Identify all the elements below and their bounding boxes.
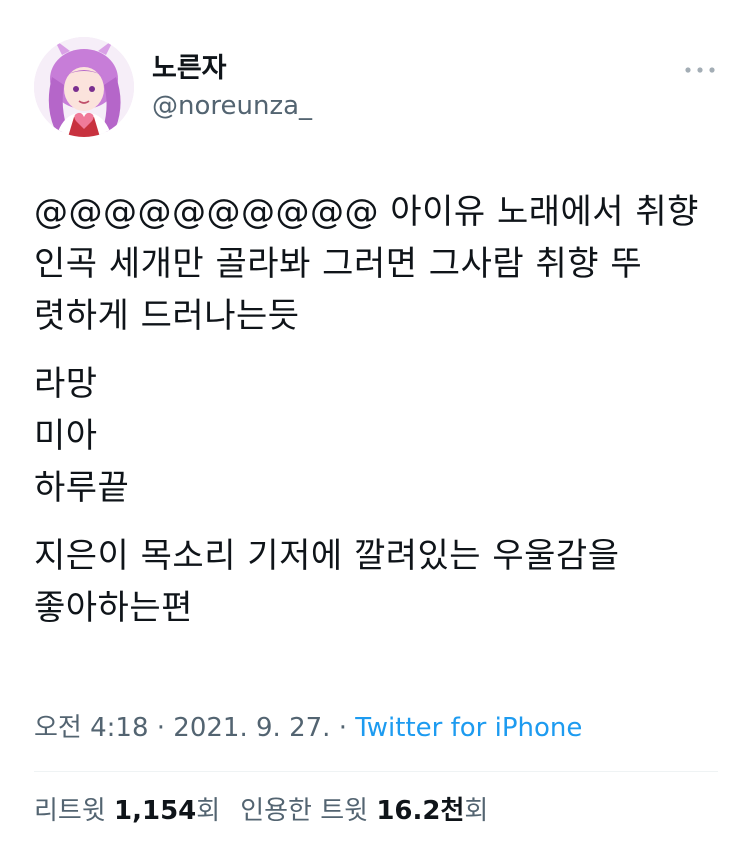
tweet-paragraph: 지은이 목소리 기저에 깔려있는 우울감을 좋아하는편 bbox=[34, 530, 724, 634]
profile-avatar[interactable] bbox=[34, 37, 134, 137]
tweet-date[interactable]: 2021. 9. 27. bbox=[173, 713, 330, 743]
tweet-source-link[interactable]: Twitter for iPhone bbox=[355, 713, 582, 743]
retweets-suffix: 회 bbox=[196, 796, 221, 826]
meta-separator: · bbox=[156, 713, 166, 743]
tweet-card: 노른자 @noreunza_ @@@@@@@@@@ 아이유 노래에서 취향 인곡… bbox=[0, 0, 750, 853]
avatar-illustration bbox=[34, 37, 134, 137]
display-name[interactable]: 노른자 bbox=[152, 52, 227, 86]
username-handle[interactable]: @noreunza_ bbox=[152, 90, 312, 122]
more-horizontal-icon bbox=[685, 67, 715, 73]
tweet-stats: 리트윗 1,154회 인용한 트윗 16.2천회 bbox=[34, 791, 488, 831]
tweet-line: 지은이 목소리 기저에 깔려있는 우울감을 bbox=[34, 536, 620, 576]
quote-tweets-stat[interactable]: 인용한 트윗 16.2천회 bbox=[240, 796, 488, 826]
quotes-count: 16.2천 bbox=[376, 796, 465, 826]
tweet-line: @@@@@@@@@@ 아이유 노래에서 취향 bbox=[34, 192, 699, 232]
retweets-label: 리트윗 bbox=[34, 796, 106, 826]
tweet-paragraph: @@@@@@@@@@ 아이유 노래에서 취향 인곡 세개만 골라봐 그러면 그사… bbox=[34, 186, 724, 342]
tweet-time[interactable]: 오전 4:18 bbox=[34, 713, 149, 743]
meta-separator: · bbox=[338, 713, 347, 743]
tweet-line: 하루끝 bbox=[34, 468, 130, 508]
quotes-label: 인용한 트윗 bbox=[240, 796, 369, 826]
tweet-line: 인곡 세개만 골라봐 그러면 그사람 취향 뚜 bbox=[34, 244, 643, 284]
tweet-line: 라망 bbox=[34, 364, 98, 404]
tweet-text: @@@@@@@@@@ 아이유 노래에서 취향 인곡 세개만 골라봐 그러면 그사… bbox=[34, 186, 724, 650]
retweets-stat[interactable]: 리트윗 1,154회 bbox=[34, 796, 220, 826]
more-options-button[interactable] bbox=[682, 58, 718, 82]
tweet-paragraph: 라망 미아 하루끝 bbox=[34, 358, 724, 514]
tweet-line: 렷하게 드러나는듯 bbox=[34, 296, 300, 336]
divider bbox=[34, 771, 718, 772]
tweet-line: 미아 bbox=[34, 416, 98, 456]
tweet-line: 좋아하는편 bbox=[34, 588, 193, 628]
quotes-suffix: 회 bbox=[464, 796, 489, 826]
tweet-metadata: 오전 4:18 · 2021. 9. 27. · Twitter for iPh… bbox=[34, 708, 582, 748]
retweets-count: 1,154 bbox=[114, 796, 197, 826]
